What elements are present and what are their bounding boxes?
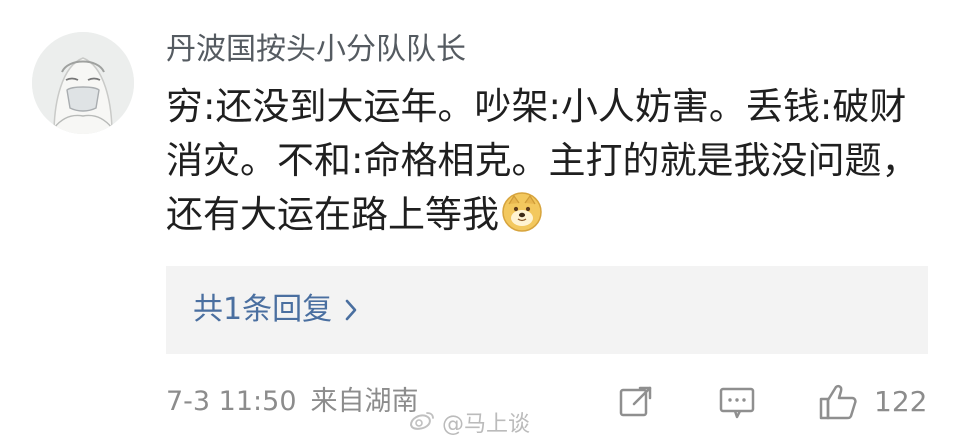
watermark-text: @马上谈 bbox=[442, 412, 531, 437]
avatar[interactable] bbox=[32, 32, 134, 134]
comment-text: 穷:还没到大运年。吵架:小人妨害。丢钱:破财消灾。不和:命格相克。主打的就是我没… bbox=[166, 80, 926, 242]
reply-count-label: 共1条回复 bbox=[193, 292, 333, 327]
comment-footer: 7-3 11:50 来自湖南 122 bbox=[166, 380, 928, 424]
reply-summary-box[interactable]: 共1条回复 bbox=[166, 266, 928, 354]
timestamp: 7-3 11:50 bbox=[166, 386, 297, 417]
comment-icon[interactable] bbox=[717, 382, 757, 422]
watermark: @马上谈 bbox=[406, 410, 530, 440]
weibo-logo-icon bbox=[406, 409, 436, 442]
avatar-portrait-image bbox=[32, 32, 134, 134]
thumbs-up-icon bbox=[819, 384, 857, 420]
like-button[interactable]: 122 bbox=[816, 382, 928, 422]
location-source: 来自湖南 bbox=[310, 386, 419, 417]
like-count: 122 bbox=[874, 385, 928, 418]
chevron-right-icon bbox=[344, 298, 358, 322]
comment-meta: 7-3 11:50 来自湖南 bbox=[166, 380, 419, 424]
view-replies-link[interactable]: 共1条回复 bbox=[193, 288, 358, 332]
username[interactable]: 丹波国按头小分队队长 bbox=[166, 28, 466, 72]
doge-emoji-icon bbox=[501, 191, 543, 233]
comment-card: 丹波国按头小分队队长 穷:还没到大运年。吵架:小人妨害。丢钱:破财消灾。不和:命… bbox=[0, 0, 960, 447]
share-icon[interactable] bbox=[616, 382, 656, 422]
